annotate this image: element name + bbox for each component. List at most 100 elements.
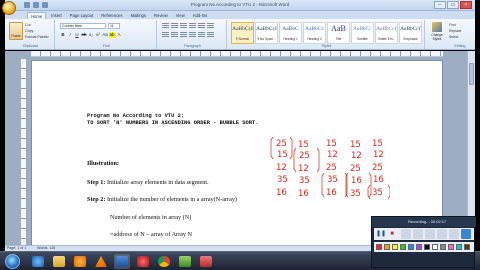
styles-group: AaBbCcI ¶ Normal AaBbCcI ¶ No Spaci... AaB… <box>229 20 425 49</box>
redo-icon[interactable] <box>42 2 48 8</box>
eraser-tool-icon[interactable] <box>449 229 459 239</box>
bold-button[interactable]: B <box>60 32 66 38</box>
step1-line: Step 1: Initialize array elements in dat… <box>87 179 209 186</box>
color-swatch[interactable] <box>424 244 430 250</box>
subscript-button[interactable]: x₂ <box>88 32 94 38</box>
superscript-button[interactable]: x² <box>95 32 101 38</box>
align-center-icon[interactable] <box>171 32 178 38</box>
undo-icon[interactable] <box>33 2 39 8</box>
justify-icon[interactable] <box>189 32 196 38</box>
style-tile[interactable]: AaBbCcI Subtle Em... <box>375 22 398 44</box>
color-swatch[interactable] <box>376 244 382 250</box>
color-swatch[interactable] <box>448 244 454 250</box>
close-button[interactable]: × <box>460 1 472 9</box>
change-styles-button[interactable]: Change Styles <box>429 22 445 44</box>
handwritten-number: 15 <box>372 139 383 149</box>
program-title: Program No According to VTU 2: <box>87 113 185 119</box>
style-tile[interactable]: AaBbCc Heading 2 <box>303 22 326 44</box>
horizontal-ruler[interactable] <box>31 51 443 57</box>
stop-icon[interactable]: ■ <box>388 230 396 238</box>
bullets-icon[interactable] <box>162 23 169 29</box>
highlight-icon[interactable]: ab <box>109 32 115 38</box>
taskbar-item-explorer[interactable] <box>51 254 67 269</box>
shape-tool-icon[interactable] <box>425 229 435 239</box>
cursor-tool-icon[interactable] <box>401 229 411 239</box>
color-swatch[interactable] <box>416 244 422 250</box>
tab-mailings[interactable]: Mailings <box>128 12 149 19</box>
italic-button[interactable]: I <box>67 32 73 38</box>
handwritten-number: 12 <box>351 151 362 161</box>
highlighter-tool-icon[interactable] <box>461 229 471 239</box>
style-name: Heading 1 <box>283 37 298 41</box>
taskbar-item-ie[interactable] <box>30 254 46 269</box>
handwritten-number: 16 <box>351 176 362 186</box>
color-swatch[interactable] <box>384 244 390 250</box>
style-tile[interactable]: AaBbCcI ¶ Normal <box>231 22 254 44</box>
maximize-button[interactable]: ▭ <box>447 1 459 9</box>
tab-insert[interactable]: Insert <box>48 12 64 19</box>
style-tile[interactable]: AaBbC Heading 1 <box>279 22 302 44</box>
color-swatch[interactable] <box>392 244 398 250</box>
style-tile[interactable]: AaB Title <box>327 22 350 44</box>
cut-button[interactable]: Cut <box>25 23 31 27</box>
taskbar-item-vlc[interactable] <box>93 254 109 269</box>
tab-review[interactable]: Review <box>151 12 171 19</box>
color-swatch[interactable] <box>432 244 438 250</box>
numbering-icon[interactable] <box>171 23 178 29</box>
tab-add-ins[interactable]: Add-Ins <box>190 12 210 19</box>
color-swatch[interactable] <box>456 244 462 250</box>
start-button[interactable] <box>5 254 20 269</box>
underline-button[interactable]: U <box>74 32 80 38</box>
taskbar-item-app-2[interactable] <box>198 254 214 269</box>
style-tile[interactable]: AaBbCc Subtitle <box>351 22 374 44</box>
pause-icon[interactable]: ❚❚ <box>376 230 386 238</box>
recorder-title[interactable]: Recording... 00:02:17 <box>372 217 476 227</box>
taskbar-item-recorder[interactable] <box>135 254 151 269</box>
font-color-icon[interactable]: A <box>116 32 122 38</box>
replace-button[interactable]: Replace <box>449 29 461 33</box>
text-tool-icon[interactable] <box>437 229 447 239</box>
increase-indent-icon[interactable] <box>198 23 205 29</box>
style-name: ¶ No Spaci... <box>257 37 276 41</box>
office-button[interactable] <box>2 1 16 15</box>
tab-home[interactable]: Home <box>27 12 47 19</box>
align-right-icon[interactable] <box>180 32 187 38</box>
shading-icon[interactable] <box>207 32 214 38</box>
taskbar-item-word[interactable] <box>114 254 130 269</box>
save-icon[interactable] <box>24 2 30 8</box>
minimize-button[interactable]: – <box>434 1 446 9</box>
decrease-indent-icon[interactable] <box>189 23 196 29</box>
color-swatch[interactable] <box>400 244 406 250</box>
alignment-buttons <box>162 32 214 38</box>
find-button[interactable]: Find <box>449 23 456 27</box>
font-name-dropdown[interactable]: Courier New <box>60 23 106 29</box>
align-left-icon[interactable] <box>162 32 169 38</box>
taskbar-item-media-player[interactable] <box>72 254 88 269</box>
step2-label: Step 2: <box>87 196 106 203</box>
font-size-dropdown[interactable]: 11 <box>108 23 120 29</box>
change-case-button[interactable]: Aa <box>102 32 108 38</box>
address-line: =address of N – array of Array N <box>110 231 193 238</box>
color-swatch[interactable] <box>408 244 414 250</box>
tab-view[interactable]: View <box>173 12 188 19</box>
tab-references[interactable]: References <box>98 12 125 19</box>
taskbar-item-app[interactable] <box>177 254 193 269</box>
line-spacing-icon[interactable] <box>198 32 205 38</box>
internet-explorer-icon <box>32 256 44 267</box>
color-swatch[interactable] <box>440 244 446 250</box>
copy-button[interactable]: Copy <box>25 29 33 33</box>
scrollbar-thumb[interactable] <box>469 63 474 85</box>
media-player-icon <box>74 256 86 267</box>
multilevel-list-icon[interactable] <box>180 23 187 29</box>
tab-page-layout[interactable]: Page Layout <box>67 12 97 19</box>
color-swatch[interactable] <box>464 244 470 250</box>
format-painter-button[interactable]: Format Painter <box>25 35 49 39</box>
style-tile[interactable]: AaBbCcI ¶ No Spaci... <box>255 22 278 44</box>
select-button[interactable]: Select <box>449 35 458 39</box>
sort-icon[interactable] <box>207 23 214 29</box>
taskbar-item-chrome[interactable] <box>156 254 172 269</box>
strikethrough-button[interactable]: ab <box>81 32 87 38</box>
vertical-ruler[interactable] <box>21 59 26 245</box>
style-tile[interactable]: AaBbCcI Emphasis <box>399 22 422 44</box>
pen-tool-icon[interactable] <box>413 229 423 239</box>
